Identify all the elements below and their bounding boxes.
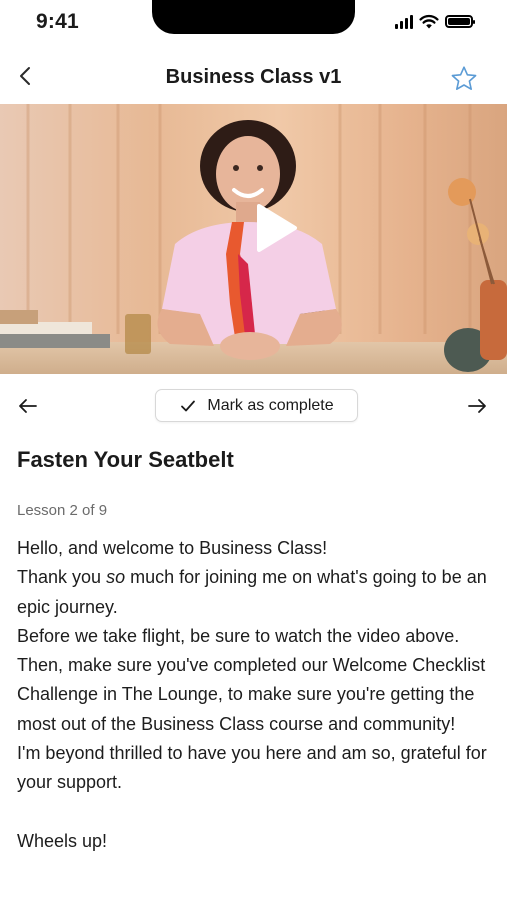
lesson-paragraph: Hello, and welcome to Business Class! — [17, 538, 328, 558]
previous-lesson-button[interactable] — [16, 394, 40, 418]
video-thumbnail — [0, 104, 507, 374]
arrow-right-icon — [468, 399, 486, 413]
paragraph-text: Thank you — [17, 567, 107, 588]
mark-as-complete-label: Mark as complete — [207, 396, 334, 414]
cellular-signal-icon — [395, 14, 413, 29]
battery-icon — [445, 15, 475, 28]
header: Business Class v1 — [0, 52, 507, 104]
lesson-paragraph: Before we take flight, be sure to watch … — [17, 625, 486, 734]
status-icons — [395, 14, 475, 29]
mark-as-complete-button[interactable]: Mark as complete — [155, 389, 358, 422]
favorite-button[interactable] — [449, 64, 479, 94]
wifi-icon — [419, 14, 439, 29]
arrow-left-icon — [19, 399, 37, 413]
page-title: Business Class v1 — [165, 66, 342, 88]
device-notch — [152, 0, 355, 34]
status-bar: 9:41 — [0, 0, 507, 48]
lesson-progress-label: Lesson 2 of 9 — [17, 502, 108, 519]
status-time: 9:41 — [36, 10, 79, 33]
lesson-paragraph: Wheels up! — [17, 830, 108, 851]
lesson-title: Fasten Your Seatbelt — [17, 447, 234, 472]
video-player[interactable] — [0, 104, 507, 374]
star-outline-icon — [451, 66, 477, 90]
play-icon[interactable] — [255, 202, 299, 254]
lesson-navigation: Mark as complete — [0, 386, 507, 426]
check-icon — [181, 400, 196, 411]
next-lesson-button[interactable] — [465, 394, 489, 418]
lesson-paragraph: I'm beyond thrilled to have you here and… — [17, 743, 487, 793]
lesson-paragraph: Thank you so much for joining me on what… — [17, 563, 497, 622]
emphasis-text: so — [106, 567, 126, 588]
lesson-body: Hello, and welcome to Business Class! Th… — [17, 534, 497, 856]
